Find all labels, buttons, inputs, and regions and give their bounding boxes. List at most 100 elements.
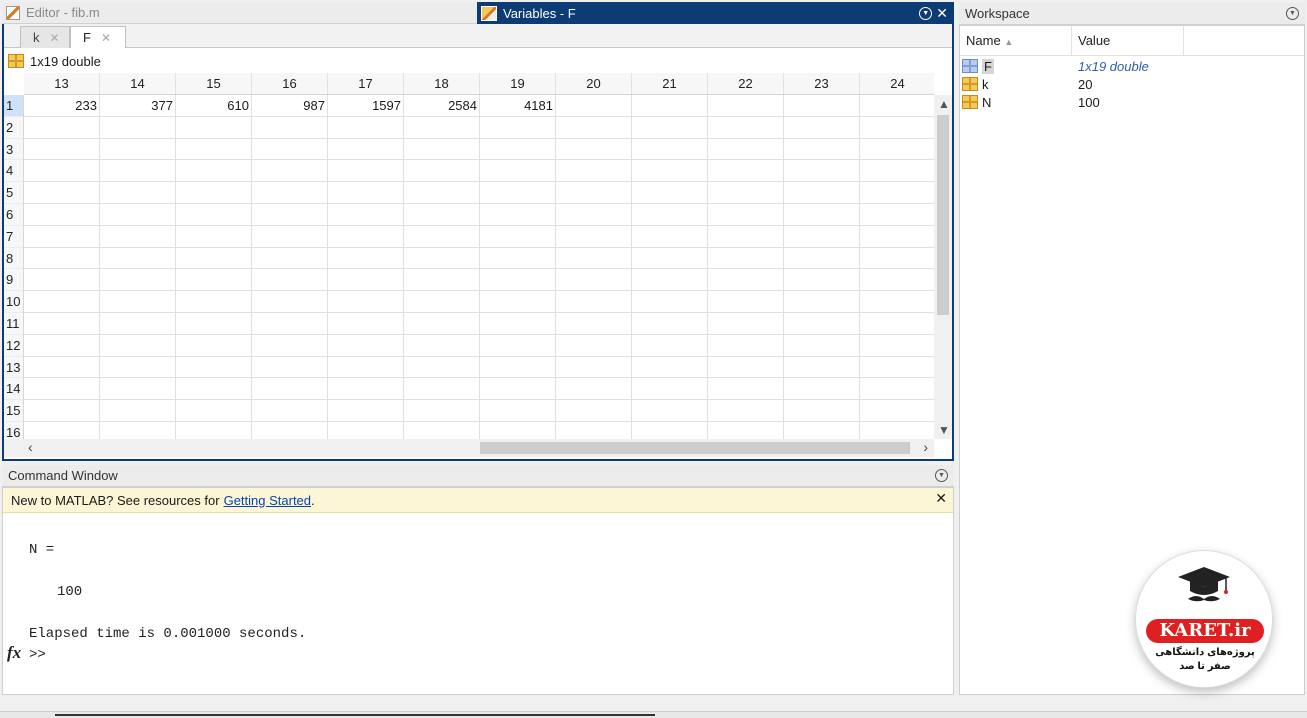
table-cell[interactable]: [708, 312, 784, 335]
table-cell[interactable]: 610: [176, 95, 252, 117]
table-cell[interactable]: [860, 378, 934, 401]
table-cell[interactable]: [176, 291, 252, 313]
table-cell[interactable]: [100, 291, 176, 313]
table-cell[interactable]: [708, 291, 784, 313]
table-cell[interactable]: [100, 312, 176, 335]
table-cell[interactable]: [480, 138, 556, 161]
table-cell[interactable]: 4181: [480, 95, 556, 117]
table-cell[interactable]: [556, 356, 632, 379]
table-cell[interactable]: [252, 334, 328, 357]
column-header[interactable]: 24: [860, 73, 934, 94]
table-cell[interactable]: [176, 182, 252, 204]
table-cell[interactable]: [176, 356, 252, 379]
table-cell[interactable]: [480, 334, 556, 357]
table-cell[interactable]: [252, 203, 328, 226]
editor-titlebar[interactable]: Editor - fib.m: [2, 2, 478, 24]
table-cell[interactable]: [100, 400, 176, 422]
table-cell[interactable]: [632, 160, 708, 183]
table-cell[interactable]: [252, 400, 328, 422]
close-icon[interactable]: ✕: [935, 490, 947, 507]
table-cell[interactable]: [556, 182, 632, 204]
vertical-scrollbar[interactable]: ▲ ▼: [934, 95, 952, 439]
command-prompt[interactable]: >>: [29, 647, 46, 663]
table-cell[interactable]: [556, 225, 632, 248]
table-cell[interactable]: [328, 400, 404, 422]
table-cell[interactable]: [328, 312, 404, 335]
row-header[interactable]: 9: [4, 269, 23, 292]
table-cell[interactable]: [328, 138, 404, 161]
table-cell[interactable]: [24, 203, 100, 226]
table-cell[interactable]: [176, 138, 252, 161]
table-cell[interactable]: [100, 378, 176, 401]
row-header[interactable]: 8: [4, 248, 23, 270]
table-cell[interactable]: [328, 247, 404, 270]
table-cell[interactable]: [784, 182, 860, 204]
table-cell[interactable]: [556, 247, 632, 270]
table-cell[interactable]: [632, 182, 708, 204]
table-cell[interactable]: [632, 269, 708, 292]
table-cell[interactable]: [100, 182, 176, 204]
column-header[interactable]: 13: [24, 73, 100, 94]
table-cell[interactable]: [556, 269, 632, 292]
column-header[interactable]: 22: [708, 73, 784, 94]
scroll-down-icon[interactable]: ▼: [938, 423, 950, 437]
table-cell[interactable]: [404, 378, 480, 401]
getting-started-link[interactable]: Getting Started: [224, 493, 311, 508]
column-header[interactable]: 14: [100, 73, 176, 94]
table-cell[interactable]: [556, 116, 632, 139]
table-cell[interactable]: [24, 247, 100, 270]
table-cell[interactable]: [176, 334, 252, 357]
workspace-item[interactable]: F 1x19 double: [960, 57, 1304, 75]
row-header[interactable]: 10: [4, 291, 23, 313]
table-cell[interactable]: [480, 116, 556, 139]
row-header[interactable]: 13: [4, 357, 23, 379]
table-cell[interactable]: [100, 225, 176, 248]
cell-grid[interactable]: 233 377 610 987 1597 2584 4181: [24, 95, 934, 441]
table-cell[interactable]: 987: [252, 95, 328, 117]
scroll-left-icon[interactable]: ‹: [28, 439, 33, 455]
table-cell[interactable]: [708, 356, 784, 379]
table-cell[interactable]: [860, 269, 934, 292]
table-cell[interactable]: [176, 269, 252, 292]
scroll-thumb[interactable]: [480, 442, 910, 454]
table-cell[interactable]: [404, 116, 480, 139]
table-cell[interactable]: [176, 312, 252, 335]
table-cell[interactable]: [860, 204, 934, 226]
table-cell[interactable]: [24, 378, 100, 401]
table-cell[interactable]: [632, 95, 708, 117]
table-cell[interactable]: [480, 247, 556, 270]
row-header[interactable]: 1: [4, 95, 23, 117]
table-cell[interactable]: [480, 160, 556, 183]
row-header[interactable]: 5: [4, 182, 23, 204]
column-header[interactable]: 18: [404, 73, 480, 94]
table-cell[interactable]: [176, 203, 252, 226]
table-cell[interactable]: [480, 400, 556, 422]
column-header[interactable]: 20: [556, 73, 632, 94]
table-cell[interactable]: [860, 357, 934, 379]
table-cell[interactable]: [176, 160, 252, 183]
table-cell[interactable]: [404, 400, 480, 422]
table-cell[interactable]: [860, 117, 934, 139]
table-cell[interactable]: [24, 334, 100, 357]
table-cell[interactable]: [480, 291, 556, 313]
table-cell[interactable]: [632, 225, 708, 248]
table-cell[interactable]: [860, 313, 934, 335]
table-cell[interactable]: [328, 291, 404, 313]
table-cell[interactable]: [860, 335, 934, 357]
column-header[interactable]: 19: [480, 73, 556, 94]
command-window[interactable]: New to MATLAB? See resources for Getting…: [2, 487, 954, 695]
table-cell[interactable]: [784, 247, 860, 270]
table-cell[interactable]: [480, 269, 556, 292]
table-cell[interactable]: [632, 138, 708, 161]
table-cell[interactable]: [24, 356, 100, 379]
table-cell[interactable]: [860, 139, 934, 161]
table-cell[interactable]: [708, 203, 784, 226]
table-cell[interactable]: [252, 138, 328, 161]
table-cell[interactable]: [100, 247, 176, 270]
table-cell[interactable]: [328, 334, 404, 357]
table-cell[interactable]: [784, 400, 860, 422]
function-browser-icon[interactable]: fx: [7, 643, 21, 663]
table-cell[interactable]: [252, 356, 328, 379]
close-icon[interactable]: ✕: [936, 5, 948, 22]
tab-f[interactable]: F ✕: [70, 26, 126, 48]
